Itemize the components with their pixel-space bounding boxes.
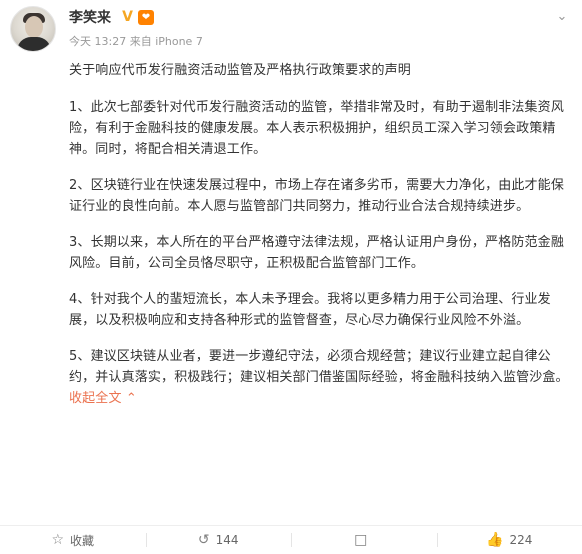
comment-icon: □: [354, 532, 368, 548]
chevron-down-icon[interactable]: ⌄: [552, 10, 572, 24]
collapse-label: 收起全文: [69, 391, 122, 406]
star-icon: ☆: [51, 532, 65, 548]
paragraph-5-text: 5、建议区块链从业者，要进一步遵纪守法，必须合规经营；建议行业建立起自律公约，并…: [69, 349, 569, 385]
post-meta: 今天 13:27 来自 iPhone 7: [69, 35, 203, 48]
repost-count: 144: [215, 533, 239, 547]
author-name[interactable]: 李笑来: [69, 9, 111, 27]
paragraph-1: 1、此次七部委针对代币发行融资活动的监管，举措非常及时，有助于遏制非法集资风险，…: [69, 100, 564, 157]
verified-badge-icon: V: [122, 9, 133, 25]
post-title: 关于响应代币发行融资活动监管及严格执行政策要求的声明: [69, 63, 411, 78]
thumbs-up-icon: 👍: [486, 532, 504, 548]
avatar-body: [17, 37, 51, 51]
collapse-link[interactable]: 收起全文 ⌃: [69, 391, 137, 406]
repost-icon: ↺: [197, 532, 210, 548]
avatar-face: [25, 16, 43, 38]
vip-badge-icon: ❤: [138, 10, 154, 25]
favorite-button[interactable]: ☆ 收藏: [0, 526, 146, 554]
action-bar: ☆ 收藏 ↺ 144 □ 👍 224: [0, 525, 582, 554]
paragraph-2: 2、区块链行业在快速发展过程中，市场上存在诸多劣币，需要大力净化，由此才能保证行…: [69, 178, 564, 214]
repost-button[interactable]: ↺ 144: [145, 526, 292, 554]
avatar[interactable]: [10, 6, 56, 52]
favorite-label: 收藏: [70, 533, 95, 548]
paragraph-3: 3、长期以来，本人所在的平台严格遵守法律法规，严格认证用户身份，严格防范金融风险…: [69, 235, 564, 271]
comment-button[interactable]: □: [291, 526, 437, 554]
post-header: 李笑来 V ❤ 今天 13:27 来自 iPhone 7 ⌄: [0, 0, 582, 56]
paragraph-4: 4、针对我个人的蜚短流长，本人未予理会。我将以更多精力用于公司治理、行业发展，以…: [69, 292, 551, 328]
post-content: 关于响应代币发行融资活动监管及严格执行政策要求的声明 1、此次七部委针对代币发行…: [69, 60, 575, 424]
chevron-up-icon: ⌃: [125, 391, 137, 406]
like-count: 224: [509, 533, 533, 547]
paragraph-5: 5、建议区块链从业者，要进一步遵纪守法，必须合规经营；建议行业建立起自律公约，并…: [69, 346, 575, 409]
like-button[interactable]: 👍 224: [436, 526, 582, 554]
